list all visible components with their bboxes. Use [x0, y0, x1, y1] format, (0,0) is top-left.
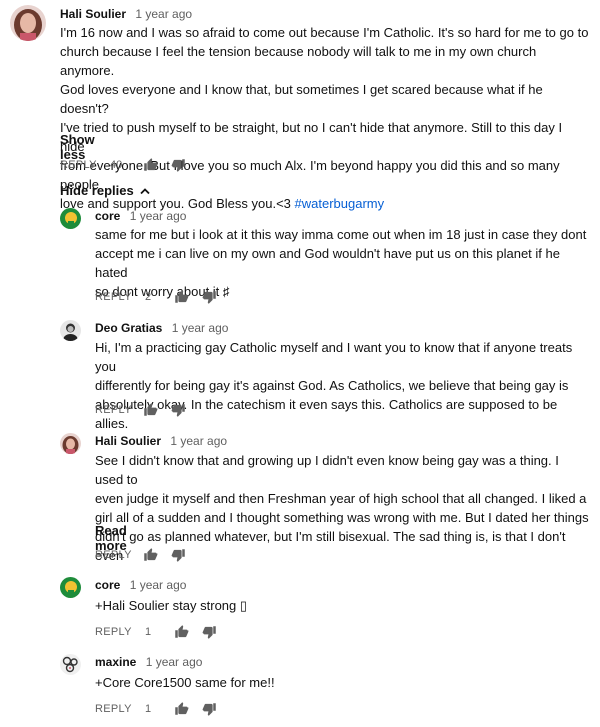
comment-text: +Core Core1500 same for me!!: [95, 673, 590, 692]
comment-time[interactable]: 1 year ago: [130, 209, 187, 223]
comment-line: differently for being gay it's against G…: [95, 378, 569, 393]
comment-line: girl all of a sudden and I thought somet…: [95, 510, 589, 525]
thumbs-down-icon[interactable]: [171, 403, 186, 418]
thumbs-down-icon[interactable]: [171, 548, 186, 563]
thumbs-up-icon[interactable]: [174, 289, 189, 304]
thumbs-down-icon[interactable]: [202, 625, 217, 640]
comment-line: same for me but i look at it this way im…: [95, 227, 587, 242]
comment-line: accept me i can live on my own and God w…: [95, 246, 560, 280]
comment-time[interactable]: 1 year ago: [146, 655, 203, 669]
hashtag-link[interactable]: #waterbugarmy: [295, 196, 385, 211]
like-count: 2: [145, 291, 152, 303]
comment-line: Hi, I'm a practicing gay Catholic myself…: [95, 340, 573, 374]
avatar[interactable]: [60, 208, 81, 229]
comment-actions: REPLY 40: [60, 157, 260, 175]
comment-line: I've tried to push myself to be straight…: [60, 120, 563, 154]
comment-time[interactable]: 1 year ago: [130, 578, 187, 592]
comment-author[interactable]: core: [95, 209, 120, 223]
comment-time[interactable]: 1 year ago: [172, 321, 229, 335]
avatar[interactable]: [10, 5, 46, 41]
avatar[interactable]: [60, 320, 81, 341]
reply-button[interactable]: REPLY: [60, 159, 97, 171]
comment-line: See I didn't know that and growing up I …: [95, 453, 559, 487]
comment-line: even judge it myself and then Freshman y…: [95, 491, 587, 506]
thumbs-up-icon[interactable]: [174, 624, 189, 639]
thumbs-up-icon[interactable]: [174, 701, 189, 716]
hide-replies-button[interactable]: Hide replies: [60, 183, 150, 198]
comment-author[interactable]: Deo Gratias: [95, 321, 162, 335]
reply-button[interactable]: REPLY: [95, 626, 132, 638]
comment-line: +Hali Soulier stay strong ▯: [95, 598, 248, 613]
thumbs-down-icon[interactable]: [171, 158, 186, 173]
comment-line: God loves everyone and I know that, but …: [60, 82, 543, 116]
comment-actions: REPLY: [95, 547, 295, 565]
thumbs-down-icon[interactable]: [202, 290, 217, 305]
reply-button[interactable]: REPLY: [95, 703, 132, 715]
comment-actions: REPLY 1: [95, 701, 295, 719]
avatar[interactable]: [60, 654, 81, 675]
avatar[interactable]: [60, 577, 81, 598]
like-count: 40: [110, 159, 123, 171]
comment-author[interactable]: Hali Soulier: [60, 7, 126, 21]
reply-button[interactable]: REPLY: [95, 404, 132, 416]
comment-actions: REPLY: [95, 402, 295, 420]
avatar[interactable]: [60, 433, 81, 454]
comment-line: church because I feel the tension becaus…: [60, 44, 537, 78]
chevron-up-icon: [140, 188, 150, 195]
comment-line: I'm 16 now and I was so afraid to come o…: [60, 25, 589, 40]
comment-author[interactable]: maxine: [95, 655, 136, 669]
comment-author[interactable]: Hali Soulier: [95, 434, 161, 448]
thumbs-down-icon[interactable]: [202, 702, 217, 717]
like-count: 1: [145, 626, 152, 638]
thumbs-up-icon[interactable]: [143, 547, 158, 562]
like-count: 1: [145, 703, 152, 715]
thumbs-up-icon[interactable]: [143, 402, 158, 417]
thumbs-up-icon[interactable]: [143, 157, 158, 172]
comment-time[interactable]: 1 year ago: [135, 7, 192, 21]
comment-text: +Hali Soulier stay strong ▯: [95, 596, 590, 615]
reply-button[interactable]: REPLY: [95, 549, 132, 561]
comment-actions: REPLY 2: [95, 289, 295, 307]
comment-author[interactable]: core: [95, 578, 120, 592]
comment-line: +Core Core1500 same for me!!: [95, 675, 275, 690]
reply-button[interactable]: REPLY: [95, 291, 132, 303]
comment-actions: REPLY 1: [95, 624, 295, 642]
comment-time[interactable]: 1 year ago: [170, 434, 227, 448]
hide-replies-label: Hide replies: [60, 183, 134, 198]
